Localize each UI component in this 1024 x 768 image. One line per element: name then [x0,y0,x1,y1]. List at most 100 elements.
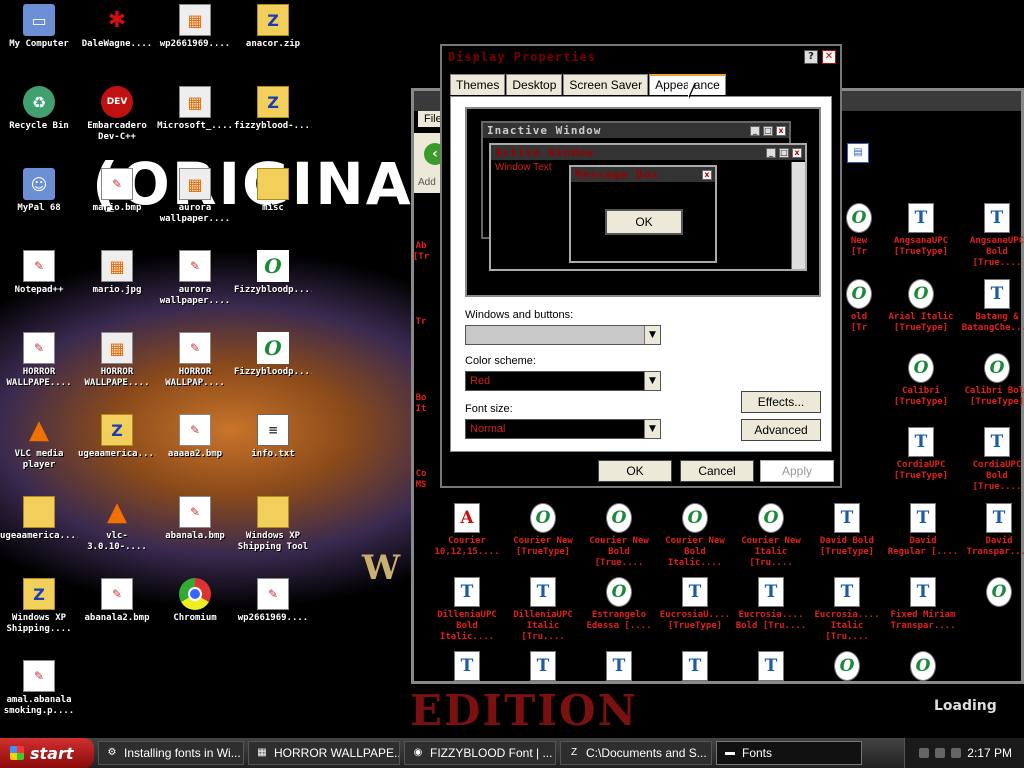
cancel-button[interactable]: Cancel [680,460,754,482]
desktop-icon[interactable]: ✎ abanala2.bmp [78,578,156,624]
font-item[interactable]: T [430,651,504,684]
tray-expand-icon[interactable] [919,748,930,758]
desktop-icon[interactable]: ≡ info.txt [234,414,312,460]
font-item[interactable]: T [506,651,580,684]
font-item[interactable]: T CordiaUPC [TrueType] [884,427,958,482]
desktop-icon[interactable]: ▦ wp2661969.... [156,4,234,50]
tab-screen-saver[interactable]: Screen Saver [563,74,649,95]
font-item[interactable]: T AngsanaUPC Bold [True.... [960,203,1024,269]
desktop-icon[interactable]: ✎ abanala.bmp [156,496,234,542]
font-item[interactable]: O Courier New Bold [True.... [582,503,656,569]
color-scheme-label: Color scheme: [465,355,536,367]
view-icon[interactable]: ▤ [847,143,869,163]
font-item-label: DilleniaUPC Italic [Tru.... [513,610,573,642]
font-item[interactable]: O Courier New [TrueType] [506,503,580,558]
windows-buttons-select[interactable]: ▼ [465,325,661,345]
font-item[interactable]: O [810,651,884,684]
font-item[interactable]: O Calibri Bold [TrueType] [960,353,1024,408]
desktop-icon-label: Windows XP Shipping Tool [237,531,309,552]
font-item[interactable]: T Eucrosia.... Bold [Tru.... [734,577,808,632]
font-item[interactable]: T DilleniaUPC Italic [Tru.... [506,577,580,643]
font-item[interactable]: O [962,577,1024,610]
network-icon[interactable] [951,748,962,758]
font-item[interactable]: T DilleniaUPC Bold Italic.... [430,577,504,643]
ok-button[interactable]: OK [598,460,672,482]
font-item[interactable]: O Courier New Italic [Tru.... [734,503,808,569]
font-item[interactable]: O Estrangelo Edessa [.... [582,577,656,632]
taskbar-button[interactable]: ▬ Fonts [716,741,862,765]
desktop-icon[interactable]: ♻ Recycle Bin [0,86,78,132]
desktop-icon[interactable]: ✎ wp2661969.... [234,578,312,624]
desktop-icon[interactable]: ✎ HORROR WALLPAPE.... [0,332,78,389]
desktop-icon[interactable]: ▦ HORROR WALLPAPE.... [78,332,156,389]
font-item-label: Batang & BatangChe.... [961,312,1024,333]
font-item[interactable]: T [734,651,808,684]
desktop-icon[interactable]: ▦ Microsoft_.... [156,86,234,132]
font-item[interactable]: T Fixed Miriam Transpar.... [886,577,960,632]
start-button[interactable]: start [0,738,94,768]
desktop-icon[interactable]: ✎ aurora wallpaper.... [156,250,234,307]
font-item[interactable]: O Calibri [TrueType] [884,353,958,408]
desktop-icon[interactable]: ✎ amal.abanala smoking.p.... [0,660,78,717]
font-item[interactable]: T [582,651,656,684]
font-size-select[interactable]: Normal ▼ [465,419,661,439]
desktop-icon-label: wp2661969.... [159,39,231,49]
desktop-icon[interactable]: ▦ mario.jpg [78,250,156,296]
desktop-icon[interactable]: DEV Embarcadero Dev-C++ [78,86,156,143]
help-button[interactable]: ? [804,50,818,64]
desktop-icon[interactable]: misc [234,168,312,214]
volume-icon[interactable] [935,748,946,758]
desktop-icon-label: VLC media player [14,449,64,470]
font-item[interactable]: O Arial Italic [TrueType] [884,279,958,334]
taskbar-app-icon: ▬ [725,747,735,758]
chevron-down-icon[interactable]: ▼ [644,326,660,344]
desktop-icon[interactable]: Windows XP Shipping Tool [234,496,312,553]
folder-icon: Z [257,86,289,118]
effects-button[interactable]: Effects... [741,391,821,413]
dialog-titlebar[interactable]: Display Properties ? ✕ [442,46,840,68]
desktop-icon[interactable]: O Fizzybloodp.... [234,250,312,296]
font-item[interactable]: T Eucrosia.... Italic [Tru.... [810,577,884,643]
desktop-icon[interactable]: ✎ HORROR WALLPAP.... [156,332,234,389]
desktop-icon[interactable]: ✎ mario.bmp [78,168,156,214]
desktop-icon[interactable]: Zanacor.zip [234,4,312,50]
desktop-icon[interactable]: Zugeaamerica.... [78,414,156,460]
desktop-icon[interactable]: Zfizzyblood-.... [234,86,312,132]
color-scheme-select[interactable]: Red ▼ [465,371,661,391]
desktop-icon[interactable]: ▲ VLC media player [0,414,78,471]
taskbar-button[interactable]: ▦ HORROR WALLPAPE... [248,741,400,765]
desktop-icon[interactable]: Z Windows XP Shipping.... [0,578,78,635]
desktop-icon[interactable]: ▭ My Computer [0,4,78,50]
font-item[interactable]: A Courier 10,12,15.... [430,503,504,558]
opentype-icon: O [986,577,1012,607]
desktop-icon[interactable]: ▲ vlc-3.0.10-.... [78,496,156,553]
tab-desktop[interactable]: Desktop [506,74,563,95]
desktop-icon[interactable]: ugeaamerica.... [0,496,78,542]
desktop-icon[interactable]: O Fizzybloodp.... [234,332,312,378]
tab-themes[interactable]: Themes [450,74,506,95]
desktop-icon[interactable]: Chromium [156,578,234,624]
font-item[interactable]: T EucrosiaU.... [TrueType] [658,577,732,632]
chevron-down-icon[interactable]: ▼ [644,420,660,438]
desktop-icon[interactable]: ✎ aaaaa2.bmp [156,414,234,460]
advanced-button[interactable]: Advanced [741,419,821,441]
taskbar-button[interactable]: Z C:\Documents and S... [560,741,712,765]
desktop-icon[interactable]: ☺ MyPal 68 [0,168,78,214]
font-item[interactable]: T David Regular [.... [886,503,960,558]
desktop-icon[interactable]: ✱ DaleWagne.... [78,4,156,50]
taskbar-button[interactable]: ⚙ Installing fonts in Wi... [98,741,244,765]
font-item[interactable]: O Courier New Bold Italic.... [658,503,732,569]
desktop-icon[interactable]: ✎ Notepad++ [0,250,78,296]
font-item[interactable]: T Batang & BatangChe.... [960,279,1024,334]
font-item[interactable]: T David Bold [TrueType] [810,503,884,558]
font-item[interactable]: O [886,651,960,684]
close-button[interactable]: ✕ [822,50,836,64]
font-item[interactable]: T [658,651,732,684]
chevron-down-icon[interactable]: ▼ [644,372,660,390]
apply-button[interactable]: Apply [760,460,834,482]
font-item[interactable]: T AngsanaUPC [TrueType] [884,203,958,258]
desktop-icon[interactable]: ▦ aurora wallpaper.... [156,168,234,225]
taskbar-button[interactable]: ◉ FIZZYBLOOD Font | ... [404,741,556,765]
font-item[interactable]: T David Transpar.... [962,503,1024,558]
font-item[interactable]: T CordiaUPC Bold [True.... [960,427,1024,493]
